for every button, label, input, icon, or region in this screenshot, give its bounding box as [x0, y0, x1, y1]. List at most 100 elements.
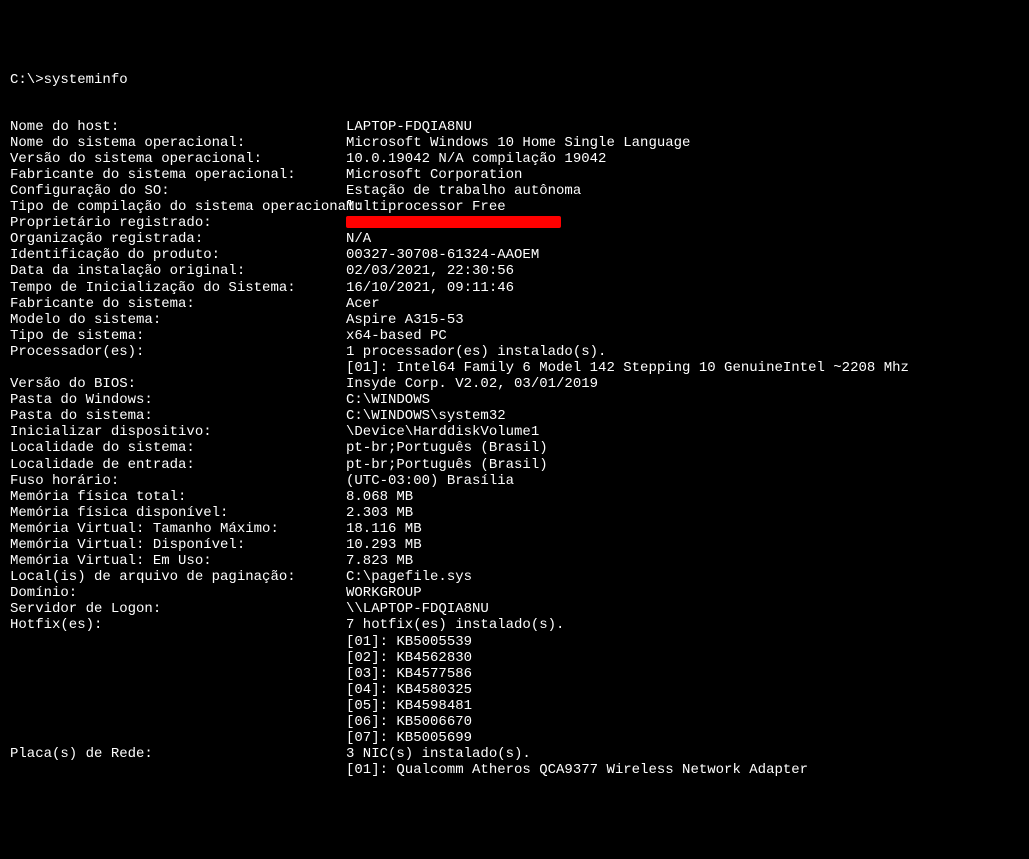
info-value: Multiprocessor Free	[346, 199, 1019, 215]
info-label: Memória Virtual: Disponível:	[10, 537, 346, 553]
info-row: Memória física total:8.068 MB	[10, 489, 1019, 505]
info-value: pt-br;Português (Brasil)	[346, 440, 1019, 456]
info-value: Acer	[346, 296, 1019, 312]
info-row: Pasta do sistema:C:\WINDOWS\system32	[10, 408, 1019, 424]
info-row: Nome do sistema operacional:Microsoft Wi…	[10, 135, 1019, 151]
info-label: Localidade do sistema:	[10, 440, 346, 456]
info-row: Servidor de Logon:\\LAPTOP-FDQIA8NU	[10, 601, 1019, 617]
info-row: Hotfix(es):7 hotfix(es) instalado(s).	[10, 617, 1019, 633]
info-value: Microsoft Corporation	[346, 167, 1019, 183]
info-label: Inicializar dispositivo:	[10, 424, 346, 440]
info-value: 3 NIC(s) instalado(s).	[346, 746, 1019, 762]
info-value: 18.116 MB	[346, 521, 1019, 537]
info-value: C:\pagefile.sys	[346, 569, 1019, 585]
info-value: (UTC-03:00) Brasília	[346, 473, 1019, 489]
info-row: Memória Virtual: Tamanho Máximo:18.116 M…	[10, 521, 1019, 537]
info-label: Data da instalação original:	[10, 263, 346, 279]
info-row: Fabricante do sistema operacional:Micros…	[10, 167, 1019, 183]
info-value: C:\WINDOWS	[346, 392, 1019, 408]
info-value: x64-based PC	[346, 328, 1019, 344]
info-value: 8.068 MB	[346, 489, 1019, 505]
info-row: Identificação do produto:00327-30708-613…	[10, 247, 1019, 263]
info-label: Organização registrada:	[10, 231, 346, 247]
info-label: Localidade de entrada:	[10, 457, 346, 473]
info-row: Tempo de Inicialização do Sistema:16/10/…	[10, 280, 1019, 296]
info-row: Tipo de sistema:x64-based PC	[10, 328, 1019, 344]
info-label: Hotfix(es):	[10, 617, 346, 633]
info-value-indented: [04]: KB4580325	[10, 682, 1019, 698]
info-value: Microsoft Windows 10 Home Single Languag…	[346, 135, 1019, 151]
info-label: Placa(s) de Rede:	[10, 746, 346, 762]
info-label: Fabricante do sistema:	[10, 296, 346, 312]
info-label: Configuração do SO:	[10, 183, 346, 199]
info-row: Localidade de entrada:pt-br;Português (B…	[10, 457, 1019, 473]
info-row: Placa(s) de Rede:3 NIC(s) instalado(s).	[10, 746, 1019, 762]
info-label: Tipo de compilação do sistema operaciona…	[10, 199, 346, 215]
info-value: Estação de trabalho autônoma	[346, 183, 1019, 199]
info-value: Aspire A315-53	[346, 312, 1019, 328]
info-label: Nome do sistema operacional:	[10, 135, 346, 151]
info-value: LAPTOP-FDQIA8NU	[346, 119, 1019, 135]
systeminfo-output: Nome do host:LAPTOP-FDQIA8NUNome do sist…	[10, 119, 1019, 779]
info-label: Nome do host:	[10, 119, 346, 135]
info-label: Domínio:	[10, 585, 346, 601]
info-label: Identificação do produto:	[10, 247, 346, 263]
info-row: Fuso horário:(UTC-03:00) Brasília	[10, 473, 1019, 489]
info-value: 10.293 MB	[346, 537, 1019, 553]
info-row: Memória Virtual: Em Uso:7.823 MB	[10, 553, 1019, 569]
info-value: \Device\HarddiskVolume1	[346, 424, 1019, 440]
info-row: Pasta do Windows:C:\WINDOWS	[10, 392, 1019, 408]
info-value: 1 processador(es) instalado(s).	[346, 344, 1019, 360]
info-row: Versão do sistema operacional:10.0.19042…	[10, 151, 1019, 167]
info-label: Memória física disponível:	[10, 505, 346, 521]
info-row: Versão do BIOS:Insyde Corp. V2.02, 03/01…	[10, 376, 1019, 392]
info-row: Processador(es):1 processador(es) instal…	[10, 344, 1019, 360]
info-row: Configuração do SO:Estação de trabalho a…	[10, 183, 1019, 199]
info-label: Local(is) de arquivo de paginação:	[10, 569, 346, 585]
redacted-value	[346, 215, 1019, 231]
info-label: Memória Virtual: Tamanho Máximo:	[10, 521, 346, 537]
info-row: Local(is) de arquivo de paginação:C:\pag…	[10, 569, 1019, 585]
info-value: 02/03/2021, 22:30:56	[346, 263, 1019, 279]
info-value: Insyde Corp. V2.02, 03/01/2019	[346, 376, 1019, 392]
info-value-indented: [03]: KB4577586	[10, 666, 1019, 682]
info-value-indented: [01]: Qualcomm Atheros QCA9377 Wireless …	[10, 762, 1019, 778]
info-row: Nome do host:LAPTOP-FDQIA8NU	[10, 119, 1019, 135]
info-value: 2.303 MB	[346, 505, 1019, 521]
info-value: 7 hotfix(es) instalado(s).	[346, 617, 1019, 633]
info-value-indented: [02]: KB4562830	[10, 650, 1019, 666]
info-label: Versão do BIOS:	[10, 376, 346, 392]
info-label: Proprietário registrado:	[10, 215, 346, 231]
info-label: Fuso horário:	[10, 473, 346, 489]
info-value-indented: [07]: KB5005699	[10, 730, 1019, 746]
info-value-indented: [01]: KB5005539	[10, 634, 1019, 650]
command-prompt: C:\>systeminfo	[10, 72, 1019, 88]
info-label: Fabricante do sistema operacional:	[10, 167, 346, 183]
info-value-indented: [01]: Intel64 Family 6 Model 142 Steppin…	[10, 360, 1019, 376]
info-row: Proprietário registrado:	[10, 215, 1019, 231]
info-label: Memória física total:	[10, 489, 346, 505]
info-value-indented: [05]: KB4598481	[10, 698, 1019, 714]
info-label: Processador(es):	[10, 344, 346, 360]
info-row: Modelo do sistema:Aspire A315-53	[10, 312, 1019, 328]
info-label: Versão do sistema operacional:	[10, 151, 346, 167]
info-value: C:\WINDOWS\system32	[346, 408, 1019, 424]
info-value: pt-br;Português (Brasil)	[346, 457, 1019, 473]
info-value: 16/10/2021, 09:11:46	[346, 280, 1019, 296]
info-row: Domínio:WORKGROUP	[10, 585, 1019, 601]
info-row: Localidade do sistema:pt-br;Português (B…	[10, 440, 1019, 456]
info-label: Tempo de Inicialização do Sistema:	[10, 280, 346, 296]
info-label: Tipo de sistema:	[10, 328, 346, 344]
info-value-indented: [06]: KB5006670	[10, 714, 1019, 730]
info-row: Organização registrada:N/A	[10, 231, 1019, 247]
info-label: Pasta do sistema:	[10, 408, 346, 424]
info-label: Servidor de Logon:	[10, 601, 346, 617]
info-row: Fabricante do sistema:Acer	[10, 296, 1019, 312]
info-row: Data da instalação original:02/03/2021, …	[10, 263, 1019, 279]
info-row: Tipo de compilação do sistema operaciona…	[10, 199, 1019, 215]
info-value: WORKGROUP	[346, 585, 1019, 601]
info-value: N/A	[346, 231, 1019, 247]
info-value: 00327-30708-61324-AAOEM	[346, 247, 1019, 263]
info-row: Memória física disponível:2.303 MB	[10, 505, 1019, 521]
info-value: 7.823 MB	[346, 553, 1019, 569]
